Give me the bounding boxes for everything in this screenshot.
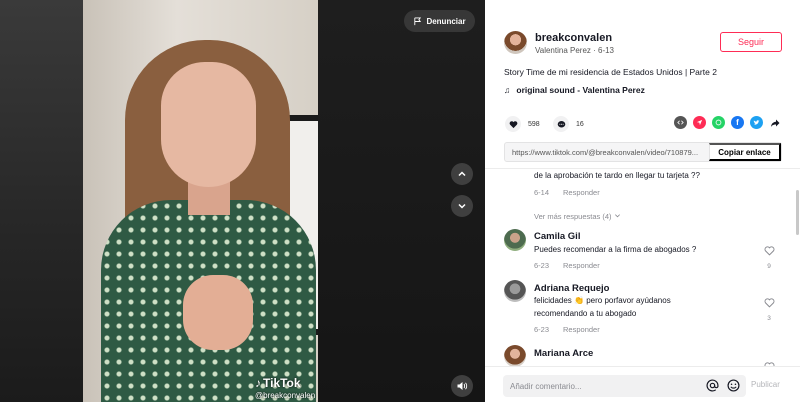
comments-button[interactable]: 16 — [553, 116, 584, 132]
video-link-box: https://www.tiktok.com/@breakconvalen/vi… — [504, 142, 782, 162]
comment-like-button[interactable]: 9 — [762, 243, 776, 270]
chevron-up-icon — [458, 171, 466, 177]
video-blur-left — [0, 0, 83, 402]
commenter-name[interactable]: Adriana Requejo — [534, 283, 610, 294]
video-link[interactable]: https://www.tiktok.com/@breakconvalen/vi… — [505, 148, 709, 157]
heart-icon — [505, 116, 521, 132]
chevron-down-icon — [614, 214, 620, 218]
comment-like-button[interactable] — [762, 359, 776, 366]
comment-composer: Añadir comentario... Publicar — [485, 366, 800, 402]
report-label: Denunciar — [426, 16, 466, 26]
facebook-icon[interactable]: f — [731, 116, 744, 129]
copy-link-button[interactable]: Copiar enlace — [709, 143, 781, 161]
comment-placeholder: Añadir comentario... — [510, 381, 582, 391]
commenter-name[interactable]: Camila Gil — [534, 231, 580, 242]
post-comment-button[interactable]: Publicar — [751, 380, 780, 389]
comment-like-count: 9 — [767, 263, 771, 270]
sound-title: original sound - Valentina Perez — [516, 85, 645, 95]
comment-like-count: 3 — [767, 315, 771, 322]
emoji-icon[interactable] — [727, 379, 740, 392]
chevron-down-icon — [458, 203, 466, 209]
author-username[interactable]: breakconvalen — [535, 32, 612, 44]
embed-icon[interactable] — [674, 116, 687, 129]
more-replies-button[interactable]: Ver más respuestas (4) — [534, 212, 621, 221]
follow-button[interactable]: Seguir — [720, 32, 782, 52]
tiktok-watermark: ♪ TikTok @breakconvalen — [255, 376, 316, 400]
commenter-avatar[interactable] — [504, 280, 526, 302]
comment-count: 16 — [576, 120, 584, 128]
twitter-icon[interactable] — [750, 116, 763, 129]
like-count: 598 — [528, 120, 540, 128]
tiktok-logo-icon: ♪ — [255, 376, 261, 390]
comment-text: Puedes recomendar a la firma de abogados… — [534, 245, 697, 254]
reply-button[interactable]: Responder — [563, 325, 600, 334]
commenter-avatar[interactable] — [504, 345, 526, 366]
comment-meta: 6-23 Responder — [534, 325, 600, 334]
video-pane: Denunciar ♪ TikTok @breakconvalen — [0, 0, 485, 402]
commenter-name[interactable]: Mariana Arce — [534, 348, 593, 359]
send-icon[interactable] — [693, 116, 706, 129]
comment-text: recomendando a tu abogado — [534, 309, 637, 318]
details-panel: breakconvalen Valentina Perez · 6-13 Seg… — [485, 0, 800, 402]
comments-list[interactable]: de la aprobación te tardo en llegar tu t… — [485, 168, 800, 366]
author-avatar[interactable] — [504, 31, 527, 54]
whatsapp-icon[interactable] — [712, 116, 725, 129]
music-note-icon: ♫ — [504, 85, 511, 95]
comment-bubble-icon — [553, 116, 569, 132]
flag-icon — [414, 16, 422, 25]
author-subtitle: Valentina Perez · 6-13 — [535, 46, 615, 55]
next-video-button[interactable] — [451, 195, 473, 217]
reply-button[interactable]: Responder — [563, 261, 600, 270]
heart-outline-icon — [764, 298, 774, 308]
like-button[interactable]: 598 — [505, 116, 540, 132]
heart-outline-icon — [764, 246, 774, 256]
video-description: Story Time de mi residencia de Estados U… — [504, 67, 717, 77]
previous-video-button[interactable] — [451, 163, 473, 185]
comment-meta: 6-14 Responder — [534, 188, 600, 197]
reply-button[interactable]: Responder — [563, 188, 600, 197]
comment-input[interactable]: Añadir comentario... — [503, 375, 746, 397]
video-player[interactable] — [83, 0, 318, 402]
report-button[interactable]: Denunciar — [404, 10, 475, 32]
comment-text: felicidades 👏 pero porfavor ayúdanos — [534, 296, 671, 305]
person-face — [161, 62, 256, 187]
mention-icon[interactable] — [706, 379, 719, 392]
comment-text: de la aprobación te tardo en llegar tu t… — [534, 171, 700, 180]
speaker-icon — [457, 382, 468, 390]
sound-link[interactable]: ♫ original sound - Valentina Perez — [504, 85, 645, 95]
comment-like-button[interactable]: 3 — [762, 295, 776, 322]
share-arrow-icon[interactable] — [768, 116, 781, 129]
comments-scrollbar[interactable] — [796, 190, 799, 235]
commenter-avatar[interactable] — [504, 229, 526, 251]
comment-meta: 6-23 Responder — [534, 261, 600, 270]
volume-button[interactable] — [451, 375, 473, 397]
